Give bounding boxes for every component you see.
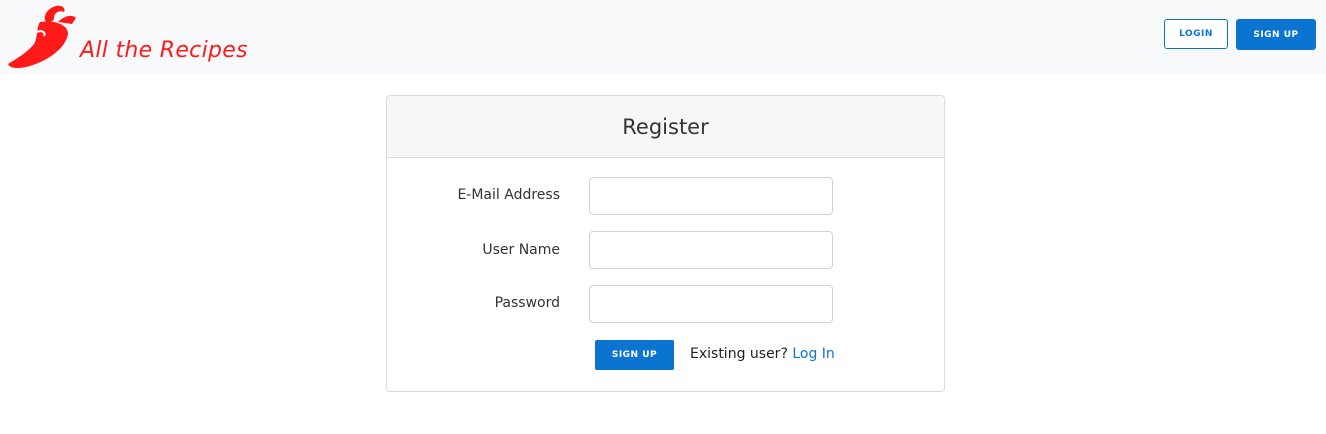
signup-submit-button[interactable]: SIGN UP: [595, 340, 674, 370]
chili-pepper-icon: [8, 5, 76, 69]
email-field[interactable]: [589, 177, 833, 215]
username-field[interactable]: [589, 231, 833, 269]
login-button[interactable]: LOGIN: [1164, 19, 1228, 49]
card-title: Register: [387, 96, 944, 158]
register-card: Register E-Mail Address User Name Passwo…: [386, 95, 945, 392]
email-label: E-Mail Address: [457, 187, 560, 203]
existing-user-text: Existing user?: [690, 346, 788, 362]
password-label: Password: [494, 295, 560, 311]
existing-user-prompt: Existing user? Log In: [690, 346, 835, 362]
brand-name: All the Recipes: [80, 38, 248, 63]
login-link[interactable]: Log In: [792, 346, 834, 362]
navbar: All the Recipes LOGIN SIGN UP: [0, 0, 1326, 74]
username-label: User Name: [482, 242, 560, 258]
signup-button[interactable]: SIGN UP: [1236, 19, 1316, 50]
brand-link[interactable]: All the Recipes: [6, 2, 248, 70]
password-field[interactable]: [589, 285, 833, 323]
